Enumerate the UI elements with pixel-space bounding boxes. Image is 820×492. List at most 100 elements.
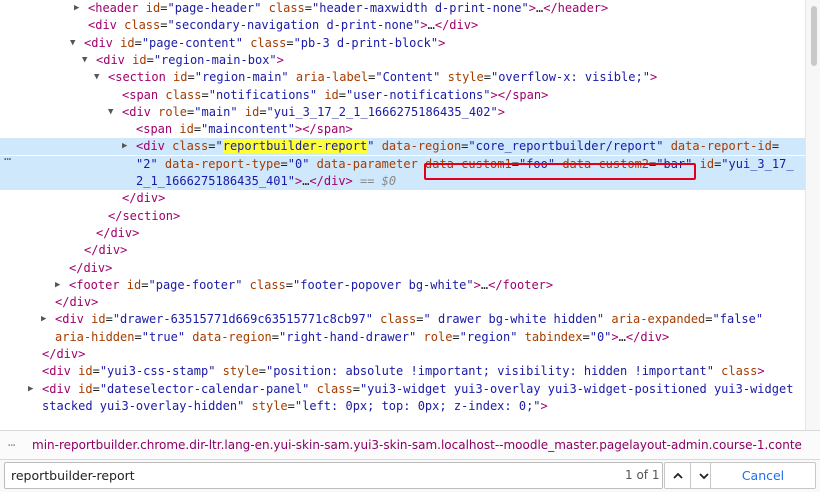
dom-tree-panel[interactable]: ▶ <header id="page-header" class="header-…	[0, 0, 806, 430]
node-actions-ellipsis[interactable]: …	[4, 149, 11, 163]
markup-token: "right-hand-drawer"	[279, 329, 417, 344]
dom-node-row[interactable]: <span class="notifications" id="user-not…	[0, 87, 806, 104]
markup-token: "page-header"	[167, 1, 262, 15]
dom-node-row[interactable]: </div>	[0, 260, 806, 277]
expanded-twisty-icon[interactable]: ▼	[108, 104, 113, 121]
cancel-button[interactable]: Cancel	[710, 462, 816, 489]
dom-node-row[interactable]: ▶ <header id="page-header" class="header-…	[0, 0, 806, 17]
dom-node-row[interactable]: stacked yui3-overlay-hidden" style="left…	[0, 398, 806, 415]
chevron-down-icon	[698, 472, 709, 479]
markup-token: >	[528, 1, 536, 15]
dom-node-row[interactable]: </div>	[0, 225, 806, 242]
markup-token: <div	[122, 104, 151, 119]
expanded-twisty-icon[interactable]: ▼	[70, 35, 75, 52]
scrollbar-thumb[interactable]	[811, 6, 817, 66]
dom-node-row[interactable]: </div>	[0, 190, 806, 207]
markup-token: class	[164, 139, 209, 154]
markup-token: =	[452, 329, 460, 344]
breadcrumb-overflow-icon[interactable]: ⋯	[8, 438, 15, 452]
markup-token: </section>	[108, 208, 181, 223]
markup-token: <div	[42, 364, 71, 379]
markup-token: =	[285, 277, 294, 292]
markup-token: "dateselector-calendar-panel"	[99, 381, 310, 396]
markup-token: data-region	[185, 329, 272, 344]
node-markup: </div>	[69, 260, 112, 277]
dom-node-row[interactable]: <div id="yui3-css-stamp" style="position…	[0, 363, 806, 380]
node-markup: <span class="notifications" id="user-not…	[122, 87, 548, 104]
markup-token: class	[372, 312, 417, 327]
collapsed-twisty-icon[interactable]: ▶	[55, 277, 60, 294]
dom-node-row[interactable]: <div class="secondary-navigation d-print…	[0, 17, 806, 34]
markup-token: class	[158, 87, 202, 102]
dom-node-row[interactable]: ▼ <div id="region-main-box">	[0, 52, 806, 69]
markup-token: role	[150, 104, 188, 119]
dom-node-row[interactable]: "2" data-report-type="0" data-parameter …	[0, 155, 806, 173]
markup-token: "yui3-css-stamp"	[99, 364, 216, 379]
markup-token: <footer	[69, 277, 120, 292]
markup-token: "region"	[459, 329, 518, 344]
markup-token: data-report-type	[157, 156, 281, 171]
expanded-twisty-icon[interactable]: ▼	[82, 52, 87, 69]
markup-token: "page-content"	[141, 35, 243, 50]
markup-token: >	[611, 329, 619, 344]
markup-token: =	[771, 139, 780, 154]
dom-node-row[interactable]: <span id="maincontent"></span>	[0, 121, 806, 138]
node-markup: <div id="page-content" class="pb-3 d-pri…	[84, 35, 445, 52]
markup-token: id	[83, 312, 106, 327]
markup-token: tabindex	[517, 329, 583, 344]
dom-node-row[interactable]: ▶ <footer id="page-footer" class="footer-…	[0, 277, 806, 294]
markup-token: "yui_3_17_	[721, 156, 794, 171]
markup-token: >	[757, 364, 765, 379]
dom-node-row[interactable]: ▼ <section id="region-main" aria-label="C…	[0, 69, 806, 86]
collapsed-twisty-icon[interactable]: ▶	[41, 311, 46, 328]
collapsed-twisty-icon[interactable]: ▶	[74, 0, 79, 17]
expanded-twisty-icon[interactable]: ▼	[94, 69, 99, 86]
dom-node-row[interactable]: ▶ <div id="dateselector-calendar-panel" c…	[0, 381, 806, 398]
markup-token: "2"	[136, 156, 158, 171]
node-markup: <div class="secondary-navigation d-print…	[88, 17, 478, 34]
previous-match-button[interactable]	[664, 462, 691, 489]
dom-node-row[interactable]: </div>	[0, 242, 806, 259]
markup-token: =	[92, 364, 100, 379]
dom-node-row[interactable]: ▶ <div id="drawer-63515771d669c63515771c8…	[0, 311, 806, 328]
dom-node-row[interactable]: ▼ <div role="main" id="yui_3_17_2_1_16662…	[0, 104, 806, 121]
dom-node-row[interactable]: </div>	[0, 346, 806, 363]
vertical-scrollbar[interactable]	[805, 0, 820, 430]
markup-token: </footer>	[488, 277, 554, 292]
markup-token: "true"	[141, 329, 186, 344]
node-markup: <div id="dateselector-calendar-panel" cl…	[42, 381, 793, 398]
dom-node-row[interactable]: aria-hidden = "true" data-region = "right-ha…	[0, 329, 806, 346]
dom-node-row[interactable]: </section>	[0, 208, 806, 225]
markup-token: data-region	[374, 139, 462, 154]
dom-node-row[interactable]: 2_1_1666275186435_401">…</div> == $0	[0, 173, 806, 190]
markup-token: aria-hidden	[55, 329, 135, 344]
markup-token: "bar"	[656, 156, 693, 171]
dom-node-row[interactable]: ▶ <div class="reportbuilder-report" data-…	[0, 138, 806, 156]
dom-node-row[interactable]: ▼ <div id="page-content" class="pb-3 d-pr…	[0, 35, 806, 52]
markup-token: =	[582, 329, 590, 344]
markup-token: "user-notifications"	[346, 87, 491, 102]
node-markup: <div id="yui3-css-stamp" style="position…	[42, 363, 765, 380]
markup-token: "region-main"	[194, 70, 289, 85]
markup-token: <header	[88, 1, 139, 15]
search-input[interactable]	[4, 462, 663, 489]
breadcrumb-text[interactable]: min-reportbuilder.chrome.dir-ltr.lang-en…	[32, 438, 802, 452]
markup-token: =	[146, 52, 154, 67]
markup-token: =	[511, 156, 519, 171]
markup-token: class	[261, 1, 305, 15]
markup-token: </div>	[122, 191, 166, 206]
dom-node-row[interactable]: </div>	[0, 294, 806, 311]
markup-token: …	[427, 18, 435, 33]
markup-token: role	[416, 329, 453, 344]
markup-token: </div>	[96, 225, 140, 240]
markup-token: id	[138, 1, 161, 15]
markup-token: =	[416, 312, 424, 327]
collapsed-twisty-icon[interactable]: ▶	[122, 138, 127, 155]
markup-token: "core_reportbuilder/report"	[468, 139, 664, 154]
markup-token: =	[483, 70, 491, 85]
markup-token: "drawer-63515771d669c63515771c8cb97"	[112, 312, 373, 327]
markup-token: =	[287, 398, 295, 413]
markup-token: "	[215, 139, 223, 154]
markup-token: </div>	[55, 295, 99, 310]
collapsed-twisty-icon[interactable]: ▶	[28, 381, 33, 398]
